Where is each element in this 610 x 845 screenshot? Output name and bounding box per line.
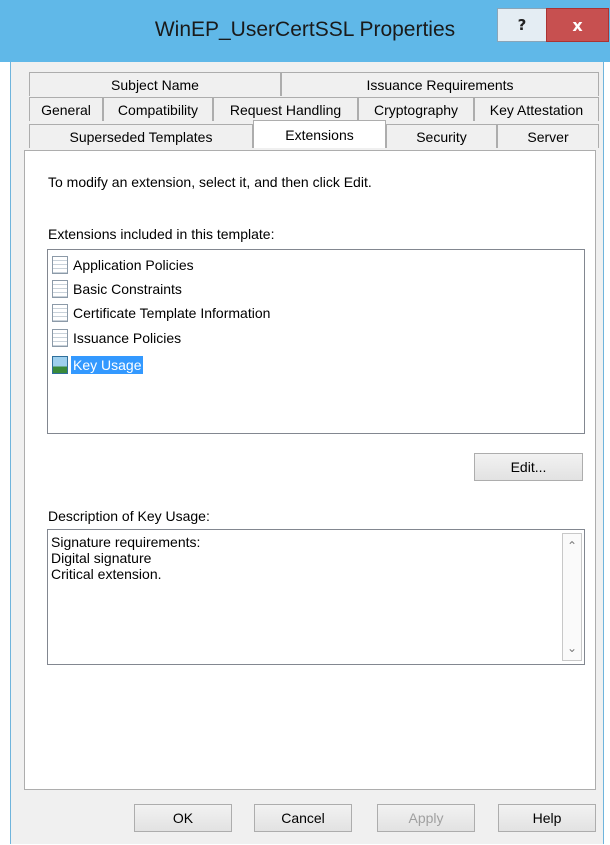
extensions-list-label: Extensions included in this template: xyxy=(48,226,275,242)
extensions-listbox[interactable]: Application Policies Basic Constraints C… xyxy=(47,249,585,434)
description-textbox[interactable]: Signature requirements: Digital signatur… xyxy=(47,529,585,665)
scroll-down-icon[interactable]: ⌄ xyxy=(563,638,581,658)
list-item-label: Certificate Template Information xyxy=(73,305,271,321)
instruction-text: To modify an extension, select it, and t… xyxy=(48,174,372,190)
cancel-button[interactable]: Cancel xyxy=(254,804,352,832)
tab-superseded-templates[interactable]: Superseded Templates xyxy=(29,124,253,148)
apply-button[interactable]: Apply xyxy=(377,804,475,832)
list-item[interactable]: Application Policies xyxy=(52,254,196,276)
critical-extension-icon xyxy=(52,356,68,374)
edit-button[interactable]: Edit... xyxy=(474,453,583,481)
tab-subject-name[interactable]: Subject Name xyxy=(29,72,281,96)
tab-security[interactable]: Security xyxy=(386,124,497,148)
list-item-label: Basic Constraints xyxy=(73,281,182,297)
tab-server[interactable]: Server xyxy=(497,124,599,148)
list-item[interactable]: Certificate Template Information xyxy=(52,302,272,324)
list-item[interactable]: Basic Constraints xyxy=(52,278,184,300)
tab-key-attestation[interactable]: Key Attestation xyxy=(474,97,599,121)
description-line: Digital signature xyxy=(51,550,152,566)
certificate-extension-icon xyxy=(52,329,68,347)
help-button[interactable]: Help xyxy=(498,804,596,832)
tab-compatibility[interactable]: Compatibility xyxy=(103,97,213,121)
certificate-extension-icon xyxy=(52,280,68,298)
scroll-up-icon[interactable]: ⌃ xyxy=(563,536,581,556)
certificate-extension-icon xyxy=(52,304,68,322)
description-line: Critical extension. xyxy=(51,566,162,582)
tab-request-handling[interactable]: Request Handling xyxy=(213,97,358,121)
tab-cryptography[interactable]: Cryptography xyxy=(358,97,474,121)
ok-button[interactable]: OK xyxy=(134,804,232,832)
list-item-label: Application Policies xyxy=(73,257,194,273)
description-text: Signature requirements: Digital signatur… xyxy=(51,534,200,582)
title-bar: WinEP_UserCertSSL Properties ? x xyxy=(0,0,610,62)
list-item-label: Key Usage xyxy=(71,356,144,374)
help-title-button[interactable]: ? xyxy=(497,8,547,42)
description-line: Signature requirements: xyxy=(51,534,201,550)
list-item[interactable]: Issuance Policies xyxy=(52,327,183,349)
tab-general[interactable]: General xyxy=(29,97,103,121)
tab-issuance-requirements[interactable]: Issuance Requirements xyxy=(281,72,599,96)
description-label: Description of Key Usage: xyxy=(48,508,210,524)
list-item-selected[interactable]: Key Usage xyxy=(52,354,144,376)
certificate-extension-icon xyxy=(52,256,68,274)
vertical-scrollbar[interactable]: ⌃ ⌄ xyxy=(562,533,582,661)
list-item-label: Issuance Policies xyxy=(73,330,182,346)
tab-extensions[interactable]: Extensions xyxy=(253,120,386,148)
close-button[interactable]: x xyxy=(546,8,609,42)
